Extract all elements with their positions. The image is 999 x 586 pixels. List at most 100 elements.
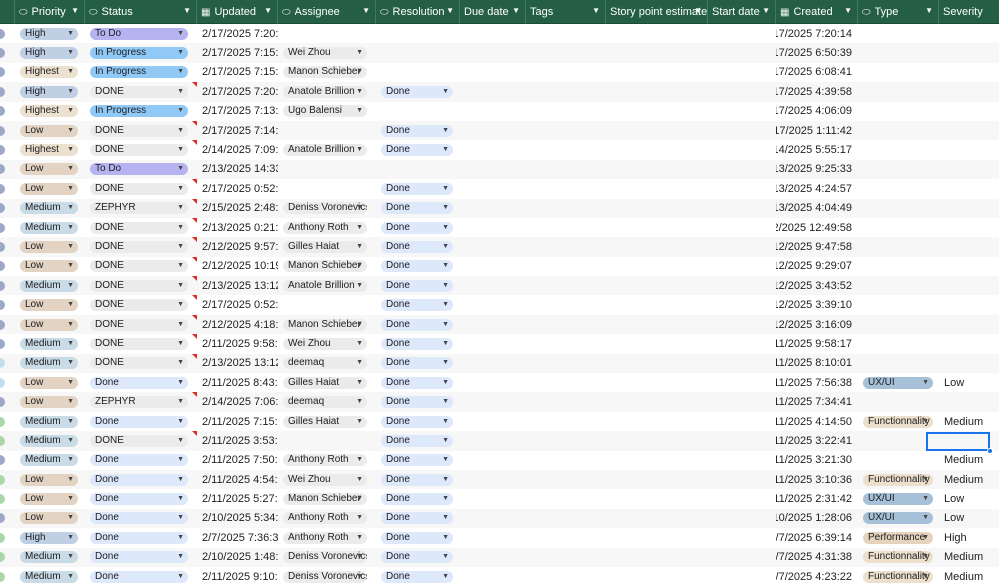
type-cell[interactable]: UX/UI ▼ (858, 373, 939, 392)
updated-cell[interactable]: 2/11/2025 7:50:34 (197, 451, 278, 470)
created-cell[interactable]: 2/17/2025 6:50:39 (776, 43, 858, 62)
chevron-down-icon[interactable]: ▼ (177, 512, 184, 524)
priority-cell[interactable]: Medium ▼ (15, 451, 85, 470)
resolution-cell[interactable]: Done ▼ (376, 470, 460, 489)
chevron-down-icon[interactable]: ▼ (67, 396, 74, 408)
type-cell[interactable]: Functionnality ▼ (858, 412, 939, 431)
due-date-cell[interactable] (460, 451, 526, 470)
priority-chip[interactable]: Low ▼ (20, 376, 78, 389)
chevron-down-icon[interactable]: ▼ (67, 512, 74, 524)
assignee-cell[interactable]: Anatole Brillion ▼ (278, 140, 376, 159)
tags-cell[interactable] (526, 179, 606, 198)
updated-cell[interactable]: 2/10/2025 5:34:41 (197, 509, 278, 528)
column-header-resolution[interactable]: ⬭ Resolution ▼ (376, 0, 460, 24)
due-date-cell[interactable] (460, 489, 526, 508)
column-header-type[interactable]: ⬭ Type ▼ (858, 0, 939, 24)
chevron-down-icon[interactable]: ▼ (356, 416, 363, 428)
assignee-cell[interactable] (278, 179, 376, 198)
priority-cell[interactable]: Medium ▼ (15, 334, 85, 353)
priority-chip[interactable]: High ▼ (20, 27, 78, 40)
assignee-chip[interactable]: Manon Schieber ▼ (283, 66, 367, 79)
column-header-assignee[interactable]: ⬭ Assignee ▼ (278, 0, 376, 24)
created-cell[interactable]: 2/12/2025 9:29:07 (776, 257, 858, 276)
tags-cell[interactable] (526, 43, 606, 62)
status-chip[interactable]: DONE ▼ (90, 221, 188, 234)
assignee-chip[interactable]: Wei Zhou ▼ (283, 473, 367, 486)
resolution-chip[interactable]: Done ▼ (381, 182, 453, 195)
priority-cell[interactable]: High ▼ (15, 82, 85, 101)
priority-chip[interactable]: Low ▼ (20, 240, 78, 253)
resolution-chip[interactable]: Done ▼ (381, 279, 453, 292)
column-header-status[interactable]: ⬭ Status ▼ (85, 0, 197, 24)
story-point-cell[interactable] (606, 24, 708, 43)
status-cell[interactable]: Done ▼ (85, 509, 197, 528)
updated-cell[interactable]: 2/17/2025 7:14:39 (197, 121, 278, 140)
resolution-cell[interactable]: Done ▼ (376, 431, 460, 450)
chevron-down-icon[interactable]: ▼ (356, 474, 363, 486)
story-point-cell[interactable] (606, 431, 708, 450)
row-handle-cell[interactable] (0, 567, 15, 586)
updated-cell[interactable]: 2/11/2025 3:53:36 (197, 431, 278, 450)
status-cell[interactable]: Done ▼ (85, 373, 197, 392)
due-date-cell[interactable] (460, 315, 526, 334)
tags-cell[interactable] (526, 509, 606, 528)
priority-chip[interactable]: High ▼ (20, 47, 78, 60)
updated-cell[interactable]: 2/11/2025 4:54:08 (197, 470, 278, 489)
created-cell[interactable]: 2/12/2025 3:43:52 (776, 276, 858, 295)
row-handle-cell[interactable] (0, 451, 15, 470)
status-chip[interactable]: DONE ▼ (90, 85, 188, 98)
resolution-cell[interactable]: Done ▼ (376, 354, 460, 373)
assignee-chip[interactable]: Anatole Brillion ▼ (283, 144, 367, 157)
assignee-chip[interactable]: Wei Zhou ▼ (283, 337, 367, 350)
priority-chip[interactable]: Medium ▼ (20, 454, 78, 467)
story-point-cell[interactable] (606, 218, 708, 237)
chevron-down-icon[interactable]: ▼ (356, 241, 363, 253)
chevron-down-icon[interactable]: ▼ (446, 6, 454, 15)
assignee-chip[interactable]: Anthony Roth ▼ (283, 221, 367, 234)
status-chip[interactable]: DONE ▼ (90, 434, 188, 447)
tags-cell[interactable] (526, 102, 606, 121)
resolution-chip[interactable]: Done ▼ (381, 124, 453, 137)
column-header-due[interactable]: Due date ▼ (460, 0, 526, 24)
chevron-down-icon[interactable]: ▼ (177, 377, 184, 389)
priority-chip[interactable]: Medium ▼ (20, 221, 78, 234)
assignee-chip[interactable]: Deniss Voronevics ▼ (283, 570, 367, 583)
chevron-down-icon[interactable]: ▼ (356, 571, 363, 583)
chevron-down-icon[interactable]: ▼ (356, 357, 363, 369)
chevron-down-icon[interactable]: ▼ (442, 377, 449, 389)
created-cell[interactable]: 2/17/2025 4:39:58 (776, 82, 858, 101)
assignee-cell[interactable]: Gilles Haiat ▼ (278, 373, 376, 392)
assignee-cell[interactable]: Ugo Balensi ▼ (278, 102, 376, 121)
assignee-chip[interactable]: Anatole Brillion ▼ (283, 85, 367, 98)
resolution-cell[interactable]: Done ▼ (376, 82, 460, 101)
updated-cell[interactable]: 2/13/2025 14:33:58 (197, 160, 278, 179)
chevron-down-icon[interactable]: ▼ (922, 532, 929, 544)
priority-cell[interactable]: Medium ▼ (15, 218, 85, 237)
status-chip[interactable]: ZEPHYR ▼ (90, 202, 188, 215)
resolution-chip[interactable]: Done ▼ (381, 396, 453, 409)
type-cell[interactable] (858, 179, 939, 198)
updated-cell[interactable]: 2/14/2025 7:09:21 (197, 140, 278, 159)
status-chip[interactable]: DONE ▼ (90, 337, 188, 350)
status-cell[interactable]: Done ▼ (85, 567, 197, 586)
chevron-down-icon[interactable]: ▼ (442, 571, 449, 583)
priority-cell[interactable]: Low ▼ (15, 257, 85, 276)
priority-cell[interactable]: Low ▼ (15, 237, 85, 256)
status-chip[interactable]: DONE ▼ (90, 182, 188, 195)
status-cell[interactable]: DONE ▼ (85, 295, 197, 314)
tags-cell[interactable] (526, 451, 606, 470)
chevron-down-icon[interactable]: ▼ (177, 357, 184, 369)
row-handle-cell[interactable] (0, 509, 15, 528)
chevron-down-icon[interactable]: ▼ (442, 280, 449, 292)
chevron-down-icon[interactable]: ▼ (442, 260, 449, 272)
type-cell[interactable] (858, 160, 939, 179)
chevron-down-icon[interactable]: ▼ (177, 551, 184, 563)
status-chip[interactable]: ZEPHYR ▼ (90, 396, 188, 409)
chevron-down-icon[interactable]: ▼ (67, 299, 74, 311)
type-cell[interactable] (858, 451, 939, 470)
severity-cell[interactable] (939, 354, 999, 373)
created-cell[interactable]: 2/7/2025 6:39:14 (776, 528, 858, 547)
tags-cell[interactable] (526, 24, 606, 43)
assignee-chip[interactable]: Manon Schieber ▼ (283, 493, 367, 506)
chevron-down-icon[interactable]: ▼ (67, 474, 74, 486)
